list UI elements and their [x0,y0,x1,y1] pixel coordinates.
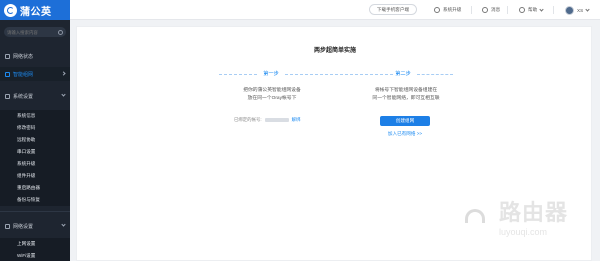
sidebar-subitem-label: 上网设置 [17,241,36,246]
step2-description: 将帐号下智能组网设备组建在 同一个智能网络，即可互相互联 [341,87,471,103]
topbar-separator [507,6,508,14]
watermark-text: 路由器 [499,200,569,225]
sidebar-subitem-label: 系统升级 [17,161,36,166]
sidebar-subitem-reboot-router[interactable]: 重启路由器 [0,182,70,194]
sidebar-subitem-label: 备份与恢复 [17,197,40,202]
help-dropdown[interactable]: 帮助 [519,5,544,15]
sidebar-subitem-system-info[interactable]: 系统信息 [0,110,70,122]
sidebar-divider [0,211,70,212]
watermark-logo-icon [455,196,495,236]
sidebar-item-label: 智能组网 [13,71,34,78]
brand-logo-icon [4,3,17,17]
sidebar-item-label: 网络状态 [13,53,34,60]
step1-description: 把你的蒲公英智能组网设备 放在同一个Oray帐号下 [207,87,337,103]
messages-link[interactable]: 消息 [482,5,500,15]
step1-desc-line1: 把你的蒲公英智能组网设备 [243,88,301,93]
sidebar-subitem-label: 重启路由器 [17,185,40,190]
chevron-down-icon [61,222,66,227]
watermark-url: luyouqi.com [499,227,548,237]
unbind-link[interactable]: 解绑 [292,117,301,123]
sidebar-subitem-wifi-settings[interactable]: WiFi设置 [0,250,70,261]
sidebar-item-label: 网络设置 [13,223,34,230]
sidebar-subitem-label: 修改密码 [17,125,36,130]
sidebar-search-input[interactable] [7,29,57,35]
sidebar-item-smart-network[interactable]: 智能组网 [0,67,70,81]
help-icon [519,7,525,13]
step2-line-right [417,74,453,75]
sidebar-subitem-label: WiFi设置 [17,253,36,258]
chevron-down-icon [61,92,66,97]
step2-desc-line2: 同一个智能网络，即可互相互联 [372,96,440,101]
sidebar-subitem-serial-settings[interactable]: 串口设置 [0,146,70,158]
chevron-down-icon [585,6,590,12]
user-menu[interactable]: XS [565,5,590,15]
sidebar-subitem-internet-settings[interactable]: 上网设置 [0,238,70,250]
sidebar-item-network-settings[interactable]: 网络设置 [0,219,70,233]
join-network-link[interactable]: 加入已有网络 >> [375,131,435,137]
sidebar-item-label: 系统设置 [13,93,34,100]
avatar [565,5,574,15]
watermark: 路由器 luyouqi.com [455,195,568,237]
network-status-icon [5,53,10,59]
globe-icon [5,223,10,229]
sidebar-subitem-system-upgrade[interactable]: 系统升级 [0,158,70,170]
sidebar-search[interactable] [4,27,66,37]
search-icon[interactable] [58,29,63,35]
sidebar-item-network-status[interactable]: 网络状态 [0,49,70,63]
top-bar: 下载手机客户端 系统升级 消息 帮助 XS [70,0,600,20]
step-connector-line [285,74,393,75]
bound-account-label: 已绑定的帐号: [234,117,262,122]
bound-account-value [264,118,289,122]
sidebar-subitem-backup-restore[interactable]: 备份与恢复 [0,194,70,206]
brand-name: 蒲公英 [20,6,52,18]
system-upgrade-label: 系统升级 [443,7,462,12]
sidebar: 蒲公英 网络状态 智能组网 系统设置 系统信息 修改密码 远程协助 串口设置 系… [0,0,70,261]
bound-account-row: 已绑定的帐号: 解绑 [234,117,300,123]
step1-desc-line2: 放在同一个Oray帐号下 [247,96,297,101]
sidebar-subitem-label: 组件升级 [17,173,36,178]
sidebar-subitem-component-upgrade[interactable]: 组件升级 [0,170,70,182]
topbar-separator [471,6,472,14]
brand-header[interactable]: 蒲公英 [0,0,70,20]
system-upgrade-link[interactable]: 系统升级 [434,5,461,15]
step2-desc-line1: 将帐号下智能组网设备组建在 [374,88,438,93]
smart-network-icon [5,71,10,77]
help-label: 帮助 [528,7,538,12]
topbar-separator [553,6,554,14]
messages-label: 消息 [491,7,501,12]
sidebar-subitem-label: 系统信息 [17,113,36,118]
gear-icon [5,93,10,99]
download-client-label: 下载手机客户端 [376,6,410,12]
upgrade-icon [434,7,440,13]
sidebar-subitem-label: 远程协助 [17,137,36,142]
chevron-right-icon [61,71,66,76]
sidebar-subitem-remote-assist[interactable]: 远程协助 [0,134,70,146]
sidebar-subitem-change-password[interactable]: 修改密码 [0,122,70,134]
download-client-button[interactable]: 下载手机客户端 [369,4,417,15]
page-title: 两步超简单实施 [313,48,356,54]
create-network-button[interactable]: 创建组网 [380,116,430,126]
sidebar-subitem-label: 串口设置 [17,149,36,154]
user-name: XS [577,7,584,13]
sidebar-item-system-settings[interactable]: 系统设置 [0,89,70,103]
chevron-down-icon [539,6,544,12]
bell-icon [482,7,488,13]
